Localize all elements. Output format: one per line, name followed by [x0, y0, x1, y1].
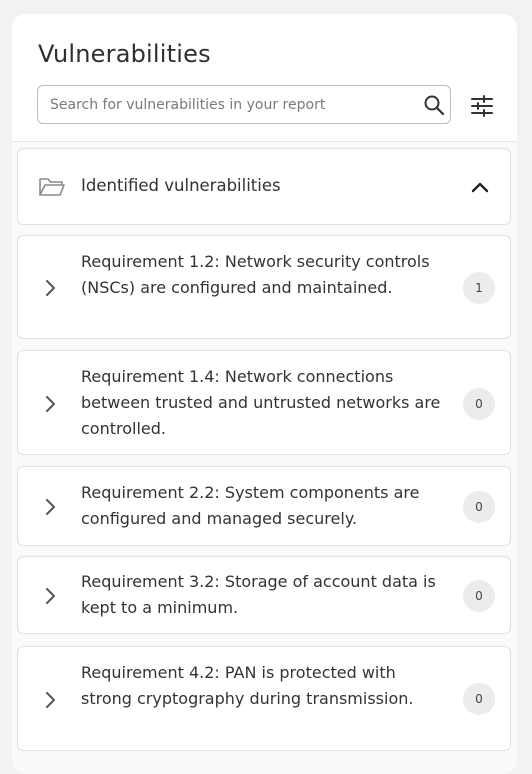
chevron-right-icon[interactable]: [40, 690, 60, 710]
chevron-right-icon[interactable]: [40, 497, 60, 517]
panel-header: Vulnerabilities: [12, 14, 517, 142]
chevron-up-icon[interactable]: [469, 176, 491, 198]
count-badge: 0: [463, 683, 495, 715]
vulnerabilities-panel: Vulnerabilities Identified vulner: [12, 14, 517, 774]
requirement-label: Requirement 1.2: Network security contro…: [81, 252, 430, 297]
requirement-item[interactable]: Requirement 1.2: Network security contro…: [17, 235, 511, 339]
count-badge: 0: [463, 388, 495, 420]
page-title: Vulnerabilities: [38, 40, 211, 68]
search-icon[interactable]: [422, 93, 446, 117]
chevron-right-icon[interactable]: [40, 278, 60, 298]
count-badge: 1: [463, 272, 495, 304]
requirement-item[interactable]: Requirement 3.2: Storage of account data…: [17, 556, 511, 634]
requirement-label: Requirement 2.2: System components are c…: [81, 483, 420, 528]
identified-vulnerabilities-header[interactable]: Identified vulnerabilities: [17, 148, 511, 225]
requirement-item[interactable]: Requirement 4.2: PAN is protected with s…: [17, 646, 511, 751]
search-box[interactable]: [37, 85, 451, 124]
requirement-label: Requirement 3.2: Storage of account data…: [81, 572, 436, 617]
requirement-label: Requirement 4.2: PAN is protected with s…: [81, 663, 414, 708]
chevron-right-icon[interactable]: [40, 586, 60, 606]
section-label: Identified vulnerabilities: [81, 176, 281, 195]
requirement-item[interactable]: Requirement 2.2: System components are c…: [17, 466, 511, 546]
sliders-icon[interactable]: [470, 94, 494, 118]
count-badge: 0: [463, 491, 495, 523]
count-badge: 0: [463, 580, 495, 612]
chevron-right-icon[interactable]: [40, 394, 60, 414]
search-input[interactable]: [50, 86, 420, 123]
folder-open-icon: [39, 178, 65, 196]
requirement-item[interactable]: Requirement 1.4: Network connections bet…: [17, 350, 511, 455]
requirement-label: Requirement 1.4: Network connections bet…: [81, 367, 441, 438]
